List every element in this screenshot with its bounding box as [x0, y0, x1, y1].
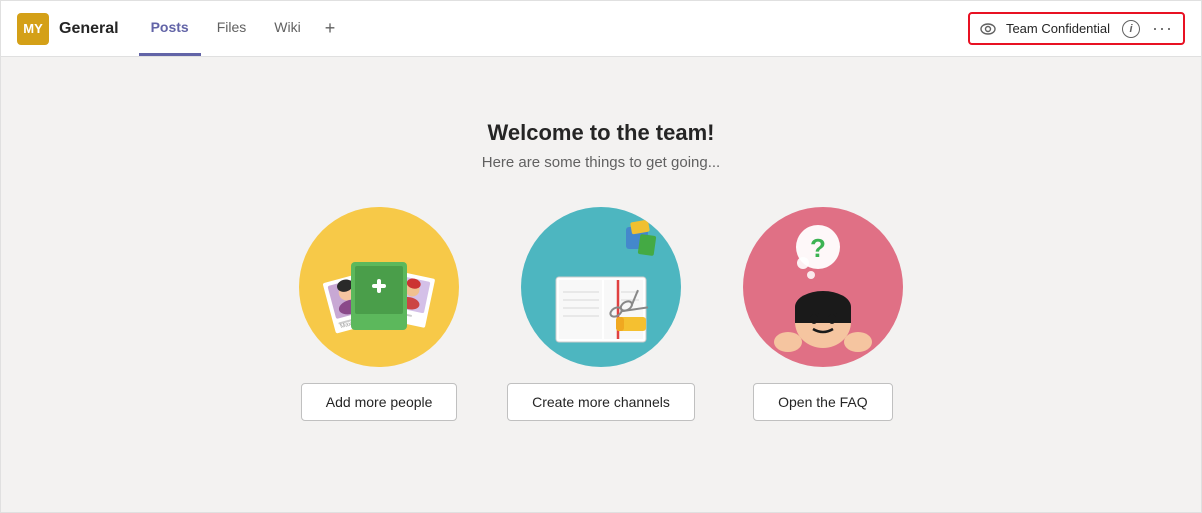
- add-tab-button[interactable]: +: [317, 1, 344, 56]
- card-add-people: Maxine: [299, 207, 459, 421]
- card-open-faq: ? Open the FAQ: [743, 207, 903, 421]
- tab-files[interactable]: Files: [205, 1, 259, 56]
- create-channels-illustration: [521, 207, 681, 367]
- visibility-icon: [980, 21, 996, 37]
- svg-text:?: ?: [810, 233, 826, 263]
- add-people-illustration: Maxine: [299, 207, 459, 367]
- open-faq-illustration: ?: [743, 207, 903, 367]
- header: MY General Posts Files Wiki +: [1, 1, 1201, 57]
- tab-posts[interactable]: Posts: [139, 1, 201, 56]
- more-options-icon[interactable]: ···: [1152, 18, 1173, 39]
- tab-wiki[interactable]: Wiki: [262, 1, 312, 56]
- nav-tabs: Posts Files Wiki +: [139, 1, 344, 56]
- header-right-controls: Team Confidential i ···: [968, 12, 1185, 45]
- app-container: MY General Posts Files Wiki +: [0, 0, 1202, 513]
- welcome-title: Welcome to the team!: [488, 120, 715, 146]
- main-content: Welcome to the team! Here are some thing…: [1, 57, 1201, 512]
- welcome-subtitle: Here are some things to get going...: [482, 154, 720, 171]
- create-more-channels-button[interactable]: Create more channels: [507, 383, 695, 421]
- team-confidential-label: Team Confidential: [1006, 21, 1110, 36]
- card-create-channels: Create more channels: [507, 207, 695, 421]
- open-faq-button[interactable]: Open the FAQ: [753, 383, 893, 421]
- add-more-people-button[interactable]: Add more people: [301, 383, 458, 421]
- info-icon[interactable]: i: [1122, 20, 1140, 38]
- cards-row: Maxine: [299, 207, 903, 421]
- team-avatar: MY: [17, 13, 49, 45]
- channel-name: General: [59, 20, 119, 38]
